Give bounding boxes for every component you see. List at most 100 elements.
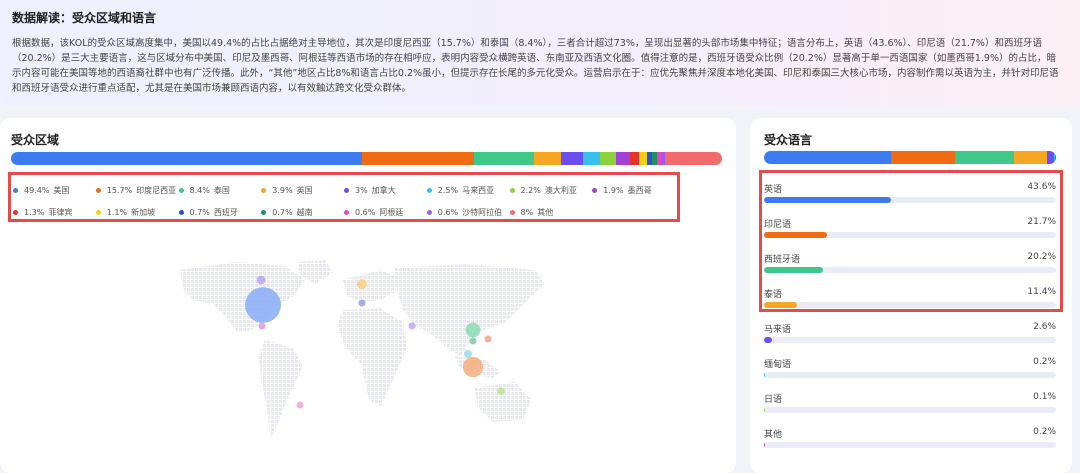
legend-value: 0.7% (272, 207, 293, 217)
legend-dot-icon (426, 187, 432, 193)
map-bubble[interactable] (462, 356, 484, 378)
north-america (180, 262, 305, 332)
language-value: 2.6% (1033, 322, 1056, 332)
map-bubble[interactable] (258, 322, 266, 330)
language-bar-segment (764, 151, 892, 164)
legend-dot-icon (13, 187, 18, 193)
region-bar-segment (616, 152, 630, 165)
language-row: 日语 0.1% (764, 390, 1056, 425)
language-bar-segment (954, 151, 1014, 164)
language-bar-segment (891, 151, 955, 164)
language-bar-segment (1046, 151, 1055, 164)
legend-dot-icon (13, 209, 18, 215)
region-bar-segment (11, 152, 363, 165)
legend-value: 0.6% (437, 207, 459, 217)
legend-value: 49.4% (24, 185, 50, 195)
region-bar-segment (600, 152, 617, 165)
map-bubble[interactable] (408, 322, 416, 330)
legend-dot-icon (95, 187, 101, 193)
language-progress-fill (764, 337, 772, 343)
map-bubble[interactable] (469, 337, 477, 345)
language-row: 马来语 2.6% (764, 320, 1056, 355)
language-progress-track (764, 372, 1056, 378)
legend-dot-icon (344, 187, 349, 193)
language-progress-track (764, 407, 1056, 413)
legend-label: 印度尼西亚 (136, 185, 177, 195)
legend-label: 沙特阿拉伯 (462, 207, 503, 217)
interpretation-text: 根据数据，该KOL的受众区域高度集中，美国以49.4%的占比占据绝对主导地位，其… (12, 38, 1059, 94)
language-bar-segment (1013, 151, 1047, 164)
map-bubble[interactable] (356, 278, 368, 290)
language-label: 日语 (764, 395, 783, 405)
language-progress-fill (764, 442, 765, 448)
map-bubble[interactable] (245, 287, 281, 323)
region-bar-segment (561, 152, 583, 165)
legend-value: 8% (520, 207, 534, 217)
legend-dot-icon (426, 209, 432, 215)
region-legend-item: 1.3% 菲律宾 (13, 202, 96, 222)
legend-value: 15.7% (106, 185, 133, 195)
region-legend-item: 0.7% 西班牙 (178, 202, 262, 222)
map-bubble[interactable] (497, 387, 505, 395)
legend-dot-icon (509, 187, 515, 193)
language-label: 其他 (764, 430, 783, 440)
language-label: 马来语 (764, 325, 792, 335)
legend-dot-icon (344, 209, 349, 215)
region-legend-item: 1.1% 新加坡 (95, 202, 179, 222)
legend-dot-icon (592, 187, 598, 193)
language-bar-segment (1055, 151, 1056, 164)
region-bar-segment (582, 152, 601, 165)
europe (343, 270, 400, 302)
language-value: 0.2% (1033, 357, 1056, 367)
legend-label: 加拿大 (371, 185, 396, 195)
map-bubble[interactable] (484, 335, 492, 343)
legend-dot-icon (261, 209, 267, 215)
region-legend-item: 8.4% 泰国 (178, 178, 262, 202)
language-progress-track (764, 442, 1056, 448)
region-stacked-bar (11, 152, 722, 165)
language-label: 缅甸语 (764, 360, 792, 370)
region-bar-segment (362, 152, 474, 165)
language-progress-fill (764, 407, 765, 413)
legend-label: 西班牙 (213, 207, 238, 217)
language-highlight-box (759, 170, 1063, 312)
legend-dot-icon (95, 209, 101, 215)
legend-label: 墨西哥 (627, 185, 652, 195)
map-bubble[interactable] (463, 349, 473, 359)
map-bubble[interactable] (296, 401, 304, 409)
region-legend-item: 3% 加拿大 (344, 178, 427, 202)
region-legend-item: 49.4% 美国 (13, 178, 96, 202)
legend-label: 美国 (53, 185, 70, 195)
legend-value: 1.3% (24, 207, 45, 217)
region-bar-segment (473, 152, 534, 165)
language-row: 其他 0.2% (764, 425, 1056, 460)
legend-label: 马来西亚 (462, 185, 495, 195)
region-legend-item: 1.9% 墨西哥 (592, 178, 675, 202)
legend-value: 8.4% (189, 185, 210, 195)
legend-dot-icon (178, 209, 184, 215)
language-row: 缅甸语 0.2% (764, 355, 1056, 390)
map-bubble[interactable] (256, 275, 266, 285)
region-legend-item: 2.5% 马来西亚 (426, 178, 510, 202)
africa (337, 308, 407, 406)
map-bubble[interactable] (465, 322, 481, 338)
legend-label: 澳大利亚 (544, 185, 577, 195)
region-legend-item: 0.7% 越南 (261, 202, 344, 222)
region-bar-segment (629, 152, 639, 165)
legend-value: 3.9% (272, 185, 293, 195)
legend-label: 新加坡 (131, 207, 156, 217)
language-value: 0.2% (1033, 427, 1056, 437)
region-legend-item: 15.7% 印度尼西亚 (95, 178, 179, 202)
region-bar-segment (638, 152, 647, 165)
region-bar-segment (533, 152, 562, 165)
legend-dot-icon (261, 187, 267, 193)
map-bubble[interactable] (358, 299, 366, 307)
language-progress-fill (764, 372, 765, 378)
region-legend-item: 0.6% 沙特阿拉伯 (426, 202, 510, 222)
legend-label: 英国 (296, 185, 313, 195)
legend-value: 1.9% (603, 185, 624, 195)
language-value: 0.1% (1033, 392, 1056, 402)
legend-label: 菲律宾 (48, 207, 73, 217)
region-legend-item: 0.6% 阿根廷 (344, 202, 427, 222)
legend-value: 0.7% (189, 207, 210, 217)
